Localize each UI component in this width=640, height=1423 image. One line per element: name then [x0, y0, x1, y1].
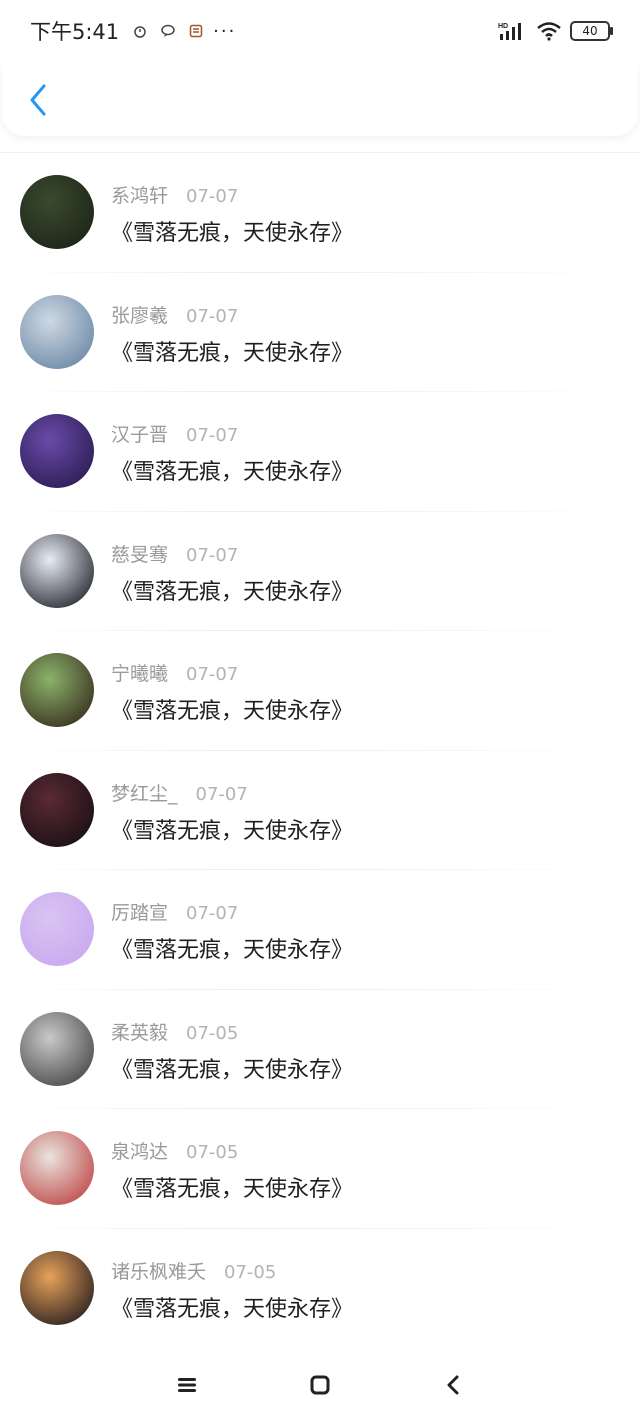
list-item[interactable]: 宁曦曦 07-07 《雪落无痕，天使永存》	[0, 631, 640, 751]
avatar[interactable]	[20, 1131, 94, 1205]
status-bar: 下午5:41 ··· HD 40	[0, 0, 640, 62]
avatar[interactable]	[20, 1250, 94, 1325]
status-time: 下午5:41	[30, 20, 120, 44]
item-meta: 系鸿轩 07-07	[111, 181, 238, 208]
menu-icon	[177, 1378, 196, 1392]
system-nav-bar	[0, 1347, 640, 1423]
chevron-left-icon	[30, 84, 46, 116]
avatar[interactable]	[20, 533, 94, 608]
user-name: 张廖羲	[111, 304, 169, 327]
more-notifications-icon: ···	[213, 20, 237, 42]
item-meta: 梦红尘_ 07-07	[111, 779, 248, 806]
item-meta: 泉鸿达 07-05	[111, 1137, 238, 1164]
avatar[interactable]	[20, 892, 94, 966]
list-item[interactable]: 厉踏宣 07-07 《雪落无痕，天使永存》	[0, 870, 640, 990]
message-text: 《雪落无痕，天使永存》	[111, 460, 354, 485]
list-item[interactable]: 慈旻骞 07-07 《雪落无痕，天使永存》	[0, 512, 640, 631]
user-name: 系鸿轩	[111, 185, 169, 207]
menu-button[interactable]	[167, 1365, 207, 1405]
avatar[interactable]	[20, 1011, 94, 1086]
message-text: 《雪落无痕，天使永存》	[111, 699, 354, 724]
message-text: 《雪落无痕，天使永存》	[111, 818, 354, 844]
home-button[interactable]	[300, 1365, 340, 1405]
post-date: 07-07	[186, 425, 239, 446]
notification-icons	[133, 24, 203, 38]
item-meta: 慈旻骞 07-07	[111, 540, 238, 567]
user-name: 宁曦曦	[111, 663, 169, 685]
item-meta: 厉踏宣 07-07	[111, 898, 238, 925]
post-date: 07-07	[186, 186, 239, 207]
list-item[interactable]: 梦红尘_ 07-07 《雪落无痕，天使永存》	[0, 751, 640, 870]
user-name: 厉踏宣	[111, 902, 169, 924]
alarm-icon	[134, 26, 146, 38]
chat-icon	[161, 24, 175, 37]
avatar[interactable]	[20, 294, 94, 369]
message-list: 系鸿轩 07-07 《雪落无痕，天使永存》 张廖羲 07-07 《雪落无痕，天使永存》 汉子…	[0, 152, 640, 1348]
system-back-button[interactable]	[433, 1365, 473, 1405]
user-name: 汉子晋	[111, 424, 169, 446]
battery-icon: 40	[570, 21, 613, 41]
post-date: 07-07	[186, 305, 239, 327]
item-meta: 宁曦曦 07-07	[111, 659, 238, 686]
signal-icon: HD	[498, 23, 521, 40]
post-date: 07-05	[224, 1261, 277, 1283]
top-app-bar	[2, 62, 638, 136]
item-meta: 张廖羲 07-07	[111, 301, 238, 328]
wifi-icon	[537, 22, 561, 41]
user-name: 梦红尘_	[111, 782, 178, 805]
list-item[interactable]: 系鸿轩 07-07 《雪落无痕，天使永存》	[0, 153, 640, 273]
message-text: 《雪落无痕，天使永存》	[111, 221, 354, 246]
list-item[interactable]: 诸乐枫难夭 07-05 《雪落无痕，天使永存》	[0, 1229, 640, 1348]
avatar[interactable]	[20, 175, 94, 249]
list-item[interactable]: 张廖羲 07-07 《雪落无痕，天使永存》	[0, 273, 640, 392]
avatar[interactable]	[20, 414, 94, 488]
post-date: 07-07	[186, 664, 239, 685]
post-date: 07-05	[186, 1142, 239, 1163]
message-text: 《雪落无痕，天使永存》	[111, 1057, 354, 1083]
message-text: 《雪落无痕，天使永存》	[111, 579, 354, 605]
list-item[interactable]: 柔英毅 07-05 《雪落无痕，天使永存》	[0, 990, 640, 1109]
home-icon	[310, 1375, 330, 1395]
message-text: 《雪落无痕，天使永存》	[111, 938, 354, 963]
post-date: 07-05	[186, 1022, 239, 1044]
status-right: HD 40	[498, 21, 613, 41]
user-name: 诸乐枫难夭	[111, 1260, 207, 1283]
avatar[interactable]	[20, 653, 94, 727]
list-item[interactable]: 汉子晋 07-07 《雪落无痕，天使永存》	[0, 392, 640, 512]
item-meta: 汉子晋 07-07	[111, 420, 238, 447]
item-meta: 柔英毅 07-05	[111, 1018, 238, 1045]
app-icon	[189, 24, 203, 38]
user-name: 泉鸿达	[111, 1141, 169, 1163]
network-type-label: HD	[498, 23, 508, 30]
item-meta: 诸乐枫难夭 07-05	[111, 1257, 276, 1284]
back-arrow-icon	[447, 1375, 459, 1395]
user-name: 慈旻骞	[111, 543, 169, 566]
post-date: 07-07	[195, 783, 248, 805]
post-date: 07-07	[186, 903, 239, 924]
message-text: 《雪落无痕，天使永存》	[111, 1296, 354, 1322]
list-item[interactable]: 泉鸿达 07-05 《雪落无痕，天使永存》	[0, 1109, 640, 1229]
message-text: 《雪落无痕，天使永存》	[111, 340, 354, 366]
post-date: 07-07	[186, 544, 239, 566]
user-name: 柔英毅	[111, 1021, 169, 1044]
message-text: 《雪落无痕，天使永存》	[111, 1177, 354, 1202]
back-button[interactable]	[20, 80, 56, 120]
avatar[interactable]	[20, 772, 94, 847]
